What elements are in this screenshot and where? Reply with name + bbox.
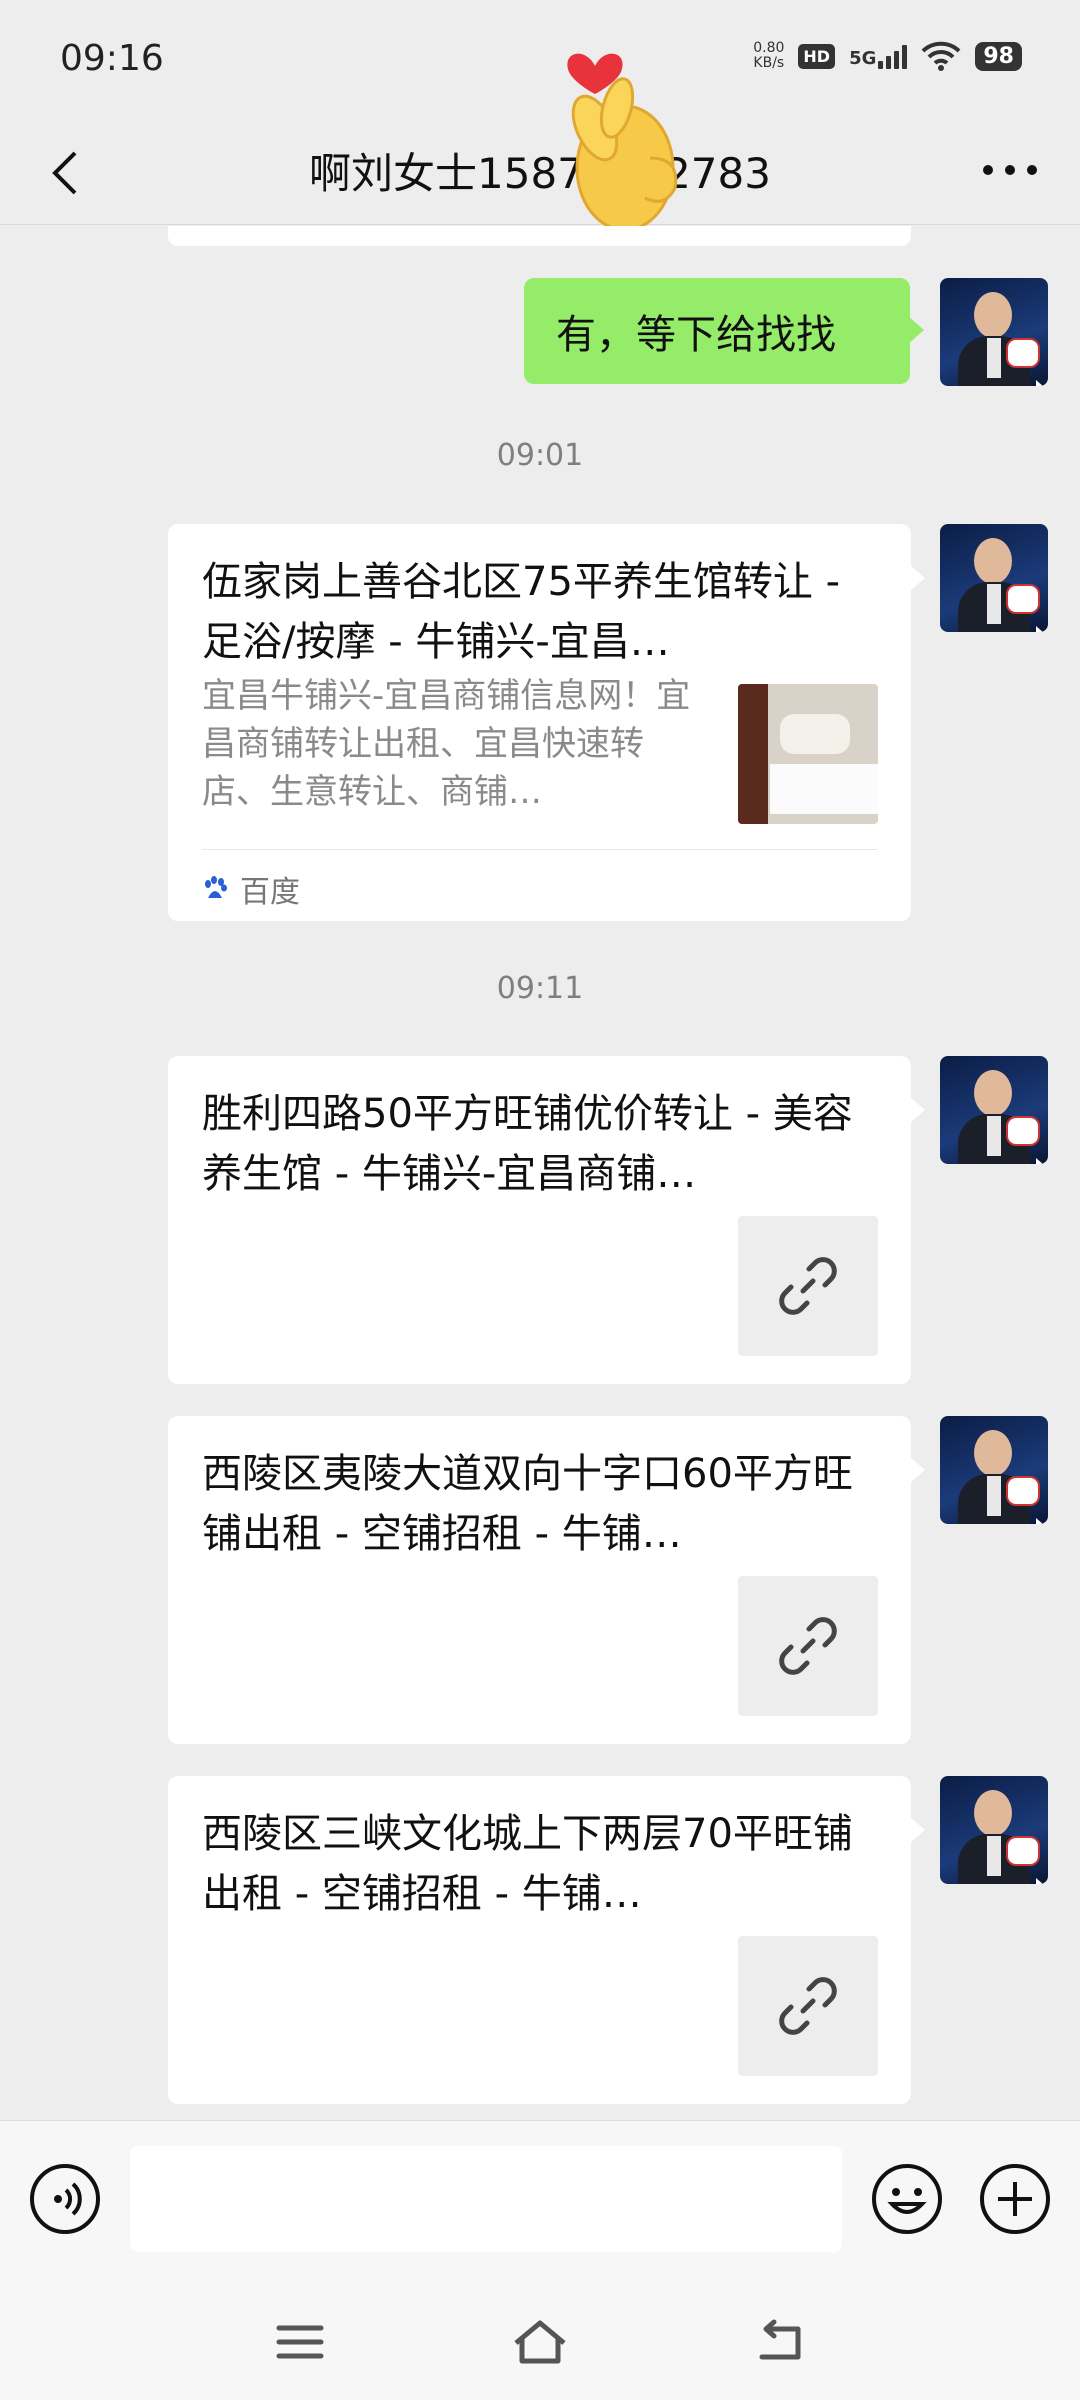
link-card-thumbnail (738, 684, 878, 824)
chevron-left-icon (52, 151, 77, 195)
link-card-title: 伍家岗上善谷北区75平养生馆转让 - 足浴/按摩 - 牛铺兴-宜昌… (202, 559, 841, 665)
link-placeholder (738, 1936, 878, 2076)
link-card[interactable]: 西陵区夷陵大道双向十字口60平方旺铺出租 - 空铺招租 - 牛铺… (168, 1416, 925, 1744)
network-type: 5G (849, 48, 877, 69)
voice-button[interactable] (28, 2162, 102, 2236)
link-icon (779, 1617, 837, 1675)
status-time: 09:16 (60, 38, 164, 79)
chat-title: 啊刘女士15871942783 (309, 149, 771, 198)
timestamp: 09:01 (496, 438, 584, 473)
voice-icon (30, 2164, 100, 2234)
avatar[interactable] (940, 1776, 1048, 1884)
emoji-button[interactable] (870, 2162, 944, 2236)
link-placeholder (738, 1216, 878, 1356)
network-speed-value: 0.80 (753, 40, 785, 56)
link-card-partial[interactable] (168, 226, 911, 246)
link-card-title: 胜利四路50平方旺铺优价转让 - 美容养生馆 - 牛铺兴-宜昌商铺… (202, 1091, 853, 1197)
link-icon (779, 1977, 837, 2035)
back-arrow-icon (759, 2319, 801, 2360)
signal-icon: 5G (849, 43, 908, 69)
wifi-icon (921, 41, 961, 71)
link-card[interactable]: 西陵区三峡文化城上下两层70平旺铺出租 - 空铺招租 - 牛铺… (168, 1776, 925, 2104)
signal-bars (878, 43, 908, 69)
link-card-source-label: 百度 (240, 875, 300, 910)
plus-button[interactable] (978, 2162, 1052, 2236)
ellipsis-icon (983, 165, 1037, 175)
link-placeholder (738, 1576, 878, 1716)
avatar[interactable] (940, 524, 1048, 632)
plus-icon (980, 2164, 1050, 2234)
system-nav-bar (0, 2280, 1080, 2400)
avatar[interactable] (940, 1416, 1048, 1524)
timestamp: 09:11 (496, 971, 584, 1006)
link-card[interactable]: 胜利四路50平方旺铺优价转让 - 美容养生馆 - 牛铺兴-宜昌商铺… (168, 1056, 925, 1384)
link-card-title: 西陵区夷陵大道双向十字口60平方旺铺出租 - 空铺招租 - 牛铺… (202, 1451, 853, 1557)
avatar[interactable] (940, 1056, 1048, 1164)
menu-button[interactable] (265, 2312, 335, 2372)
card-divider (202, 849, 877, 850)
link-card-source: 百度 (202, 864, 300, 914)
baidu-paw-icon (205, 876, 227, 898)
heart-hand-emoji-icon (567, 53, 678, 232)
more-button[interactable] (970, 140, 1050, 200)
link-card-description: 宜昌牛铺兴-宜昌商铺信息网！宜昌商铺转让出租、宜昌快速转店、生意转让、商铺… (202, 676, 691, 812)
chat-messages[interactable]: 有，等下给找找 09:01 伍家岗上善谷北区75平养生馆转让 - 足浴/按摩 -… (0, 226, 1080, 2120)
input-bar (0, 2120, 1080, 2280)
home-button[interactable] (505, 2312, 575, 2372)
link-icon (779, 1257, 837, 1315)
emoji-icon (872, 2164, 942, 2234)
network-speed: 0.80 KB/s (753, 41, 784, 71)
status-icons: 0.80 KB/s HD 5G 98 (753, 40, 1022, 72)
back-button[interactable] (30, 138, 100, 208)
status-bar: 09:16 0.80 KB/s HD 5G 98 (0, 0, 1080, 120)
hd-badge: HD (798, 43, 836, 69)
network-speed-unit: KB/s (753, 55, 785, 71)
link-card[interactable]: 伍家岗上善谷北区75平养生馆转让 - 足浴/按摩 - 牛铺兴-宜昌… 宜昌牛铺兴… (168, 524, 925, 921)
message-bubble-mine[interactable]: 有，等下给找找 (524, 278, 924, 384)
avatar[interactable] (940, 278, 1048, 386)
menu-icon (276, 2325, 324, 2359)
message-input[interactable] (130, 2146, 842, 2252)
system-back-button[interactable] (745, 2312, 815, 2372)
home-icon (514, 2320, 566, 2364)
link-card-title: 西陵区三峡文化城上下两层70平旺铺出租 - 空铺招租 - 牛铺… (202, 1811, 853, 1917)
chat-header: 啊刘女士15871942783 (0, 120, 1080, 225)
battery-icon: 98 (975, 41, 1022, 71)
